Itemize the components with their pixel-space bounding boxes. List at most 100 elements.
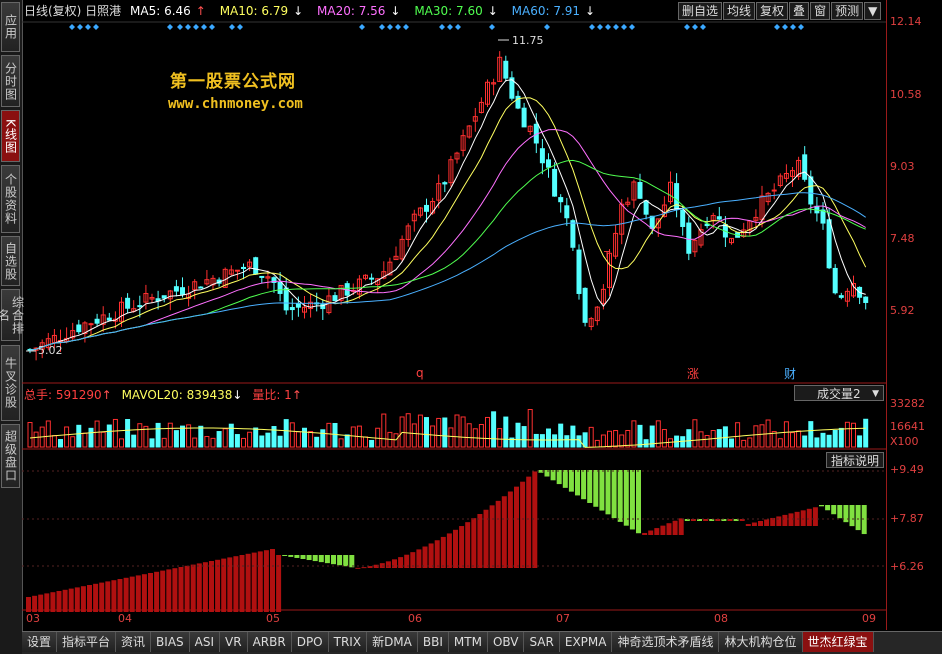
volume-bar xyxy=(661,429,667,448)
sidebar-tab-7[interactable]: 超级盘口 xyxy=(1,424,20,488)
indicator-tab-9[interactable]: 新DMA xyxy=(367,632,418,652)
candle-body xyxy=(76,324,82,333)
indicator-bar xyxy=(800,510,806,526)
sidebar-tab-1[interactable]: 分时图 xyxy=(1,55,20,107)
volume-bar xyxy=(234,434,240,448)
indicator-tab-17[interactable]: 世杰红绿宝 xyxy=(802,632,874,652)
signal-diamond-icon xyxy=(613,24,619,30)
indicator-tab-13[interactable]: SAR xyxy=(524,632,560,652)
volume-bar xyxy=(369,439,375,448)
month-label: 03 xyxy=(26,612,40,625)
indicator-bar xyxy=(678,518,684,535)
volume-bar xyxy=(405,413,411,448)
candle-body xyxy=(826,219,832,269)
indicator-tab-4[interactable]: ASI xyxy=(189,632,221,652)
candle-body xyxy=(576,249,582,294)
indicator-bar xyxy=(32,595,38,612)
indicator-tab-14[interactable]: EXPMA xyxy=(559,632,613,652)
indicator-bar xyxy=(672,520,678,535)
candle-body xyxy=(369,277,375,280)
candle-body xyxy=(180,287,185,295)
toolbar-button-0[interactable]: 删自选 xyxy=(678,2,723,20)
ratio-arrow-icon: ↑ xyxy=(291,388,302,402)
indicator-bar xyxy=(623,470,629,526)
ma10-value: MA10: 6.79 ↓ xyxy=(220,4,308,18)
indicator-bar xyxy=(288,555,294,557)
signal-diamond-icon xyxy=(77,24,83,30)
indicator-bar xyxy=(239,555,245,612)
indicator-bar xyxy=(318,555,324,563)
indicator-tab-11[interactable]: MTM xyxy=(448,632,488,652)
sidebar-tab-0[interactable]: 应用 xyxy=(1,2,20,52)
indicator-bar xyxy=(562,470,568,488)
sidebar-tab-5[interactable]: 综合排名 xyxy=(0,289,25,341)
indicator-help-button[interactable]: 指标说明 xyxy=(826,452,884,468)
indicator-tab-7[interactable]: DPO xyxy=(291,632,329,652)
indicator-bar xyxy=(459,526,465,568)
signal-diamond-icon xyxy=(692,24,698,30)
indicator-bar xyxy=(599,470,605,511)
volume-indicator-select[interactable]: 成交量2 ▼ xyxy=(794,385,884,401)
indicator-bar xyxy=(202,562,208,612)
indicator-bar xyxy=(849,505,855,527)
indicator-tab-6[interactable]: ARBR xyxy=(247,632,292,652)
volume-bar xyxy=(265,432,271,448)
indicator-tab-0[interactable]: 设置 xyxy=(22,632,58,652)
sidebar-tab-4[interactable]: 自选股 xyxy=(1,236,20,286)
volume-bar xyxy=(729,438,734,448)
toolbar-button-5[interactable]: 预测 xyxy=(831,2,864,20)
indicator-tab-15[interactable]: 神奇选顶术矛盾线 xyxy=(612,632,720,652)
chart-canvas[interactable]: 11.75 5.02 q 涨 财 T xyxy=(22,0,886,630)
volume-bar xyxy=(777,438,783,448)
watermark-url: www.chnmoney.com xyxy=(168,96,303,112)
candle-body xyxy=(564,205,570,219)
volume-bar xyxy=(515,422,521,448)
volume-bar xyxy=(295,431,301,448)
candle-body xyxy=(820,209,826,224)
toolbar-button-2[interactable]: 复权 xyxy=(756,2,789,20)
ma20-line xyxy=(29,128,866,351)
candle-body xyxy=(442,182,448,185)
indicator-bar xyxy=(141,574,147,612)
volume-bar xyxy=(802,435,808,448)
indicator-bar xyxy=(434,540,440,568)
candle-body xyxy=(558,197,564,203)
candle-body xyxy=(716,216,722,220)
ma10-arrow-icon: ↓ xyxy=(293,4,304,18)
indicator-tab-8[interactable]: TRIX xyxy=(328,632,368,652)
signal-diamond-icon xyxy=(387,24,393,30)
toolbar-button-1[interactable]: 均线 xyxy=(723,2,756,20)
sidebar-tab-6[interactable]: 牛叉诊股 xyxy=(1,345,20,421)
volume-bar xyxy=(155,422,161,448)
volume-bar xyxy=(735,422,741,448)
indicator-bar xyxy=(251,552,257,612)
indicator-tab-2[interactable]: 资讯 xyxy=(116,632,152,652)
indicator-tab-16[interactable]: 林大机构仓位 xyxy=(719,632,803,652)
volume-bar xyxy=(442,417,448,448)
toolbar-button-4[interactable]: 窗 xyxy=(810,2,831,20)
candle-body xyxy=(637,182,643,199)
toolbar: 删自选 均线 复权叠窗预测 ▼ xyxy=(678,2,882,20)
sidebar-tab-3[interactable]: 个股资料 xyxy=(1,165,20,233)
toolbar-button-3[interactable]: 叠 xyxy=(789,2,810,20)
price-tick-label: 12.14 xyxy=(890,15,922,28)
mavol-value: MAVOL20: 839438 xyxy=(121,388,233,402)
indicator-bar xyxy=(99,582,105,612)
indicator-tab-3[interactable]: BIAS xyxy=(151,632,190,652)
indicator-tab-10[interactable]: BBI xyxy=(417,632,449,652)
volume-bar xyxy=(454,414,460,448)
indicator-bar xyxy=(337,555,343,566)
indicator-tab-1[interactable]: 指标平台 xyxy=(57,632,117,652)
price-tick-label: 7.48 xyxy=(890,232,915,245)
indicator-bar xyxy=(196,563,202,612)
signal-diamond-icon xyxy=(193,24,199,30)
sidebar-tab-2[interactable]: K线图 xyxy=(1,110,20,162)
indicator-bar xyxy=(154,571,160,612)
indicator-tab-5[interactable]: VR xyxy=(220,632,248,652)
volume-bar xyxy=(600,434,606,448)
indicator-tab-12[interactable]: OBV xyxy=(487,632,525,652)
event-marker-q: q xyxy=(416,366,424,380)
toolbar-button-6[interactable]: ▼ xyxy=(864,2,882,20)
indicator-bar xyxy=(56,591,62,612)
month-label: 09 xyxy=(862,612,876,625)
